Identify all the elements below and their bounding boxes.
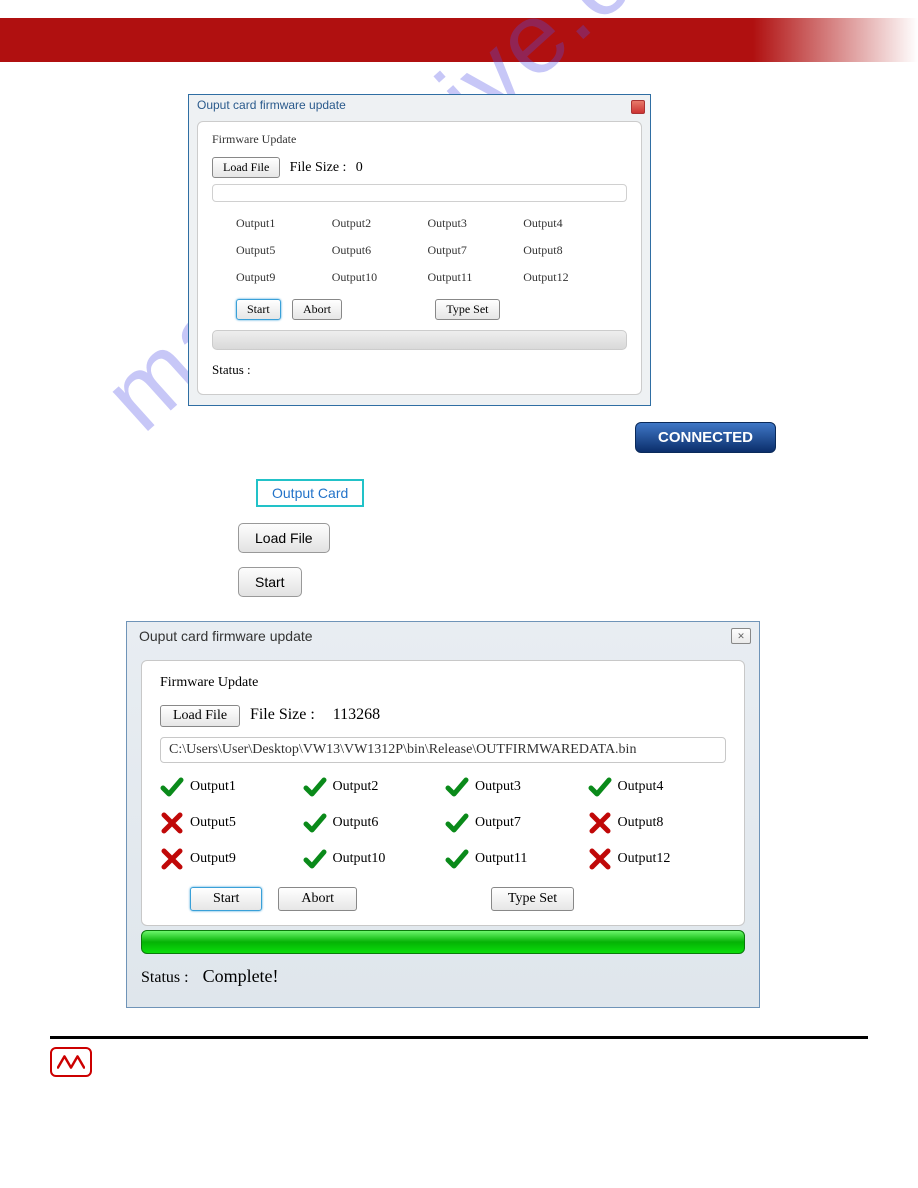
output-cell: Output9 — [160, 847, 299, 871]
output-label: Output8 — [618, 815, 664, 831]
dialog-title: Ouput card firmware update — [127, 622, 759, 650]
output-label: Output9 — [236, 270, 332, 285]
output-label: Output7 — [475, 815, 521, 831]
connected-badge: CONNECTED — [635, 422, 776, 453]
status-value: Complete! — [203, 966, 279, 986]
output-cell: Output8 — [588, 811, 727, 835]
load-file-button-mid[interactable]: Load File — [238, 523, 330, 553]
output-label: Output1 — [236, 216, 332, 231]
load-file-button[interactable]: Load File — [160, 705, 240, 727]
start-button[interactable]: Start — [190, 887, 262, 911]
output-label: Output3 — [475, 779, 521, 795]
file-size-value: 113268 — [333, 706, 380, 723]
x-icon — [588, 847, 612, 871]
file-size-label: File Size : — [290, 160, 347, 175]
dialog-output-firmware-2: Ouput card firmware update ✕ Firmware Up… — [126, 621, 760, 1008]
status-label: Status : — [212, 356, 627, 382]
status-label: Status : — [141, 969, 189, 986]
check-icon — [445, 847, 469, 871]
progress-bar — [212, 330, 627, 350]
output-cell: Output10 — [303, 847, 442, 871]
output-label: Output12 — [618, 851, 671, 867]
file-size-label: File Size : — [250, 706, 315, 723]
check-icon — [588, 775, 612, 799]
output-cell: Output2 — [303, 775, 442, 799]
output-label: Output7 — [428, 243, 524, 258]
header-bar — [0, 18, 918, 62]
load-file-button[interactable]: Load File — [212, 157, 280, 178]
output-label: Output10 — [332, 270, 428, 285]
output-card-button[interactable]: Output Card — [256, 479, 364, 507]
x-icon — [160, 811, 184, 835]
dialog-title: Ouput card firmware update — [189, 95, 650, 115]
output-cell: Output6 — [303, 811, 442, 835]
type-set-button[interactable]: Type Set — [435, 299, 499, 320]
check-icon — [303, 775, 327, 799]
output-grid: Output1 Output2 Output3 Output4 Output5 Outpu… — [160, 775, 726, 887]
output-label: Output10 — [333, 851, 386, 867]
output-label: Output2 — [333, 779, 379, 795]
check-icon — [303, 811, 327, 835]
check-icon — [445, 775, 469, 799]
output-label: Output9 — [190, 851, 236, 867]
output-label: Output6 — [332, 243, 428, 258]
output-cell: Output4 — [588, 775, 727, 799]
check-icon — [160, 775, 184, 799]
file-path-box — [212, 184, 627, 202]
file-size-value: 0 — [356, 160, 363, 175]
output-cell: Output5 — [160, 811, 299, 835]
x-icon — [160, 847, 184, 871]
output-cell: Output1 — [160, 775, 299, 799]
file-path-box: C:\Users\User\Desktop\VW13\VW1312P\bin\R… — [160, 737, 726, 763]
close-icon[interactable] — [631, 100, 645, 114]
output-cell: Output12 — [588, 847, 727, 871]
output-cell: Output11 — [445, 847, 584, 871]
progress-bar-full — [141, 930, 745, 954]
output-label: Output2 — [332, 216, 428, 231]
output-label: Output1 — [190, 779, 236, 795]
abort-button[interactable]: Abort — [292, 299, 342, 320]
output-label: Output6 — [333, 815, 379, 831]
group-firmware-update: Firmware Update — [212, 132, 627, 147]
output-label: Output4 — [618, 779, 664, 795]
start-button-mid[interactable]: Start — [238, 567, 302, 597]
abort-button[interactable]: Abort — [278, 887, 357, 911]
x-icon — [588, 811, 612, 835]
start-button[interactable]: Start — [236, 299, 281, 320]
close-icon[interactable]: ✕ — [731, 628, 751, 644]
output-label: Output4 — [523, 216, 619, 231]
dialog-output-firmware-1: Ouput card firmware update Firmware Upda… — [188, 94, 651, 406]
output-label: Output3 — [428, 216, 524, 231]
output-grid: Output1 Output2 Output3 Output4 Output5 … — [212, 212, 627, 299]
check-icon — [303, 847, 327, 871]
brand-logo-icon — [50, 1047, 92, 1077]
output-label: Output5 — [190, 815, 236, 831]
output-label: Output8 — [523, 243, 619, 258]
output-label: Output11 — [475, 851, 527, 867]
output-cell: Output3 — [445, 775, 584, 799]
output-label: Output5 — [236, 243, 332, 258]
output-label: Output12 — [523, 270, 619, 285]
check-icon — [445, 811, 469, 835]
type-set-button[interactable]: Type Set — [491, 887, 574, 911]
output-label: Output11 — [428, 270, 524, 285]
output-cell: Output7 — [445, 811, 584, 835]
group-firmware-update: Firmware Update — [160, 675, 726, 691]
